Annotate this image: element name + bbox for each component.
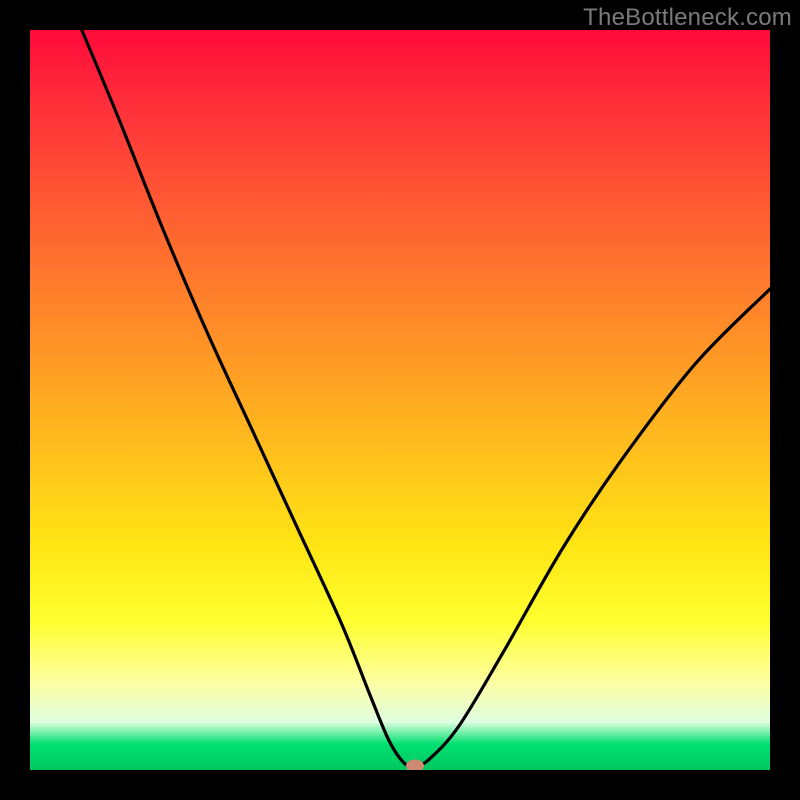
- bottleneck-curve: [82, 30, 770, 767]
- attribution-text: TheBottleneck.com: [583, 4, 792, 32]
- curve-layer: [30, 30, 770, 770]
- chart-frame: TheBottleneck.com: [0, 0, 800, 800]
- plot-area: [30, 30, 770, 770]
- optimal-point-marker: [406, 760, 424, 770]
